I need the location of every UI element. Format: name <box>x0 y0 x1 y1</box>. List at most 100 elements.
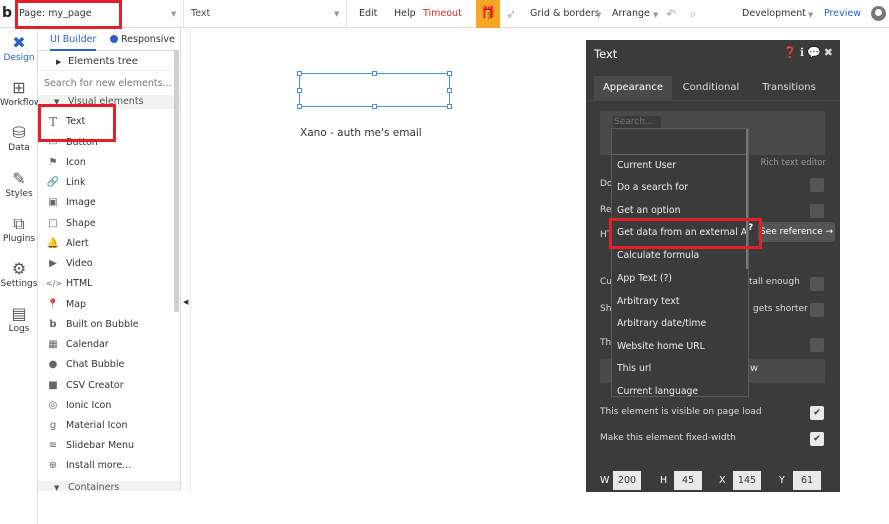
element-selector[interactable]: Text ▼ <box>185 0 347 28</box>
element-item-html[interactable]: </> HTML <box>38 274 180 294</box>
resize-handle[interactable] <box>297 71 302 76</box>
canvas-text-element[interactable]: Xano - auth me's email <box>300 127 422 139</box>
rail-item-plugins[interactable]: ⧉ Plugins <box>0 214 38 244</box>
video-icon: ▶ <box>49 258 57 269</box>
element-item-calendar[interactable]: ▦ Calendar <box>38 335 180 355</box>
dropdown-item-current-language[interactable]: Current language <box>617 386 698 396</box>
tab-ui-builder[interactable]: UI Builder <box>50 29 97 51</box>
element-item-built-on-bubble[interactable]: b Built on Bubble <box>38 315 180 335</box>
info-icon[interactable]: ℹ <box>800 46 807 59</box>
gift-icon[interactable]: 🎁 <box>476 0 500 28</box>
help-icon[interactable]: ❓ <box>783 46 800 59</box>
width-input[interactable]: 200 <box>613 471 641 490</box>
element-item-icon[interactable]: ⚑ Icon <box>38 153 180 173</box>
element-item-map[interactable]: 📍 Map <box>38 295 180 315</box>
checkbox[interactable] <box>810 204 824 218</box>
rail-item-label: Settings <box>0 279 38 289</box>
checkbox[interactable] <box>810 303 824 317</box>
rail-item-workflow[interactable]: ⊞ Workflow <box>0 78 41 108</box>
rich-text-editor-link[interactable]: Rich text editor <box>760 158 826 168</box>
element-item-material-icon[interactable]: g Material Icon <box>38 416 180 436</box>
x-input[interactable]: 145 <box>733 471 761 490</box>
element-item-ionic-icon[interactable]: ◎ Ionic Icon <box>38 396 180 416</box>
resize-handle[interactable] <box>447 71 452 76</box>
preview-link[interactable]: Preview <box>822 0 863 28</box>
dropdown-item-this-url[interactable]: This url <box>617 363 651 374</box>
checkbox[interactable] <box>810 277 824 291</box>
user-avatar-icon[interactable] <box>871 6 886 21</box>
element-item-link[interactable]: 🔗 Link <box>38 173 180 193</box>
dropdown-item-get-an-option[interactable]: Get an option <box>617 205 680 216</box>
resize-handle[interactable] <box>447 88 452 93</box>
responsive-icon <box>110 35 118 43</box>
element-search-input[interactable] <box>44 74 176 92</box>
grid-borders-menu[interactable]: Grid & borders <box>528 0 602 28</box>
undo-icon[interactable]: ↶ <box>666 0 676 28</box>
tab-appearance[interactable]: Appearance <box>594 76 672 100</box>
dimension-row: W 200 H 45 X 145 Y 61 <box>600 470 836 490</box>
containers-section[interactable]: ▼ Containers <box>38 481 180 491</box>
rail-item-label: Plugins <box>2 234 36 244</box>
rail-item-settings[interactable]: ⚙ Settings <box>0 259 38 289</box>
dropdown-item-website-home-url[interactable]: Website home URL <box>617 341 705 352</box>
collapse-panel-icon[interactable]: ◀ <box>183 298 188 306</box>
rail-item-data[interactable]: ⛁ Data <box>0 123 38 153</box>
element-item-alert[interactable]: 🔔 Alert <box>38 234 180 254</box>
chevron-down-icon: ▼ <box>653 11 659 19</box>
edit-menu[interactable]: Edit <box>357 0 379 28</box>
highlight-box <box>609 218 762 249</box>
rail-item-design[interactable]: ✖ Design <box>0 33 38 63</box>
property-row-label: Re <box>600 205 612 215</box>
element-item-image[interactable]: ▣ Image <box>38 193 180 213</box>
resize-handle[interactable] <box>372 104 377 109</box>
editor-actions: ❓ℹ💬✖ <box>783 46 836 59</box>
resize-handle[interactable] <box>297 88 302 93</box>
help-menu[interactable]: Help <box>392 0 418 28</box>
search-icon[interactable]: ⌕ <box>690 0 697 28</box>
y-input[interactable]: 61 <box>793 471 821 490</box>
element-item-chat-bubble[interactable]: ● Chat Bubble <box>38 355 180 375</box>
selected-text-element[interactable] <box>297 71 452 109</box>
dropdown-item-app-text[interactable]: App Text (?) <box>617 273 672 284</box>
arrange-menu[interactable]: Arrange <box>610 0 652 28</box>
checkbox[interactable] <box>810 178 824 192</box>
element-item-shape[interactable]: □ Shape <box>38 214 180 234</box>
element-item-video[interactable]: ▶ Video <box>38 254 180 274</box>
property-row-label: Th <box>600 338 612 348</box>
element-item-csv-creator[interactable]: ■ CSV Creator <box>38 376 180 396</box>
fixed-width-checkbox[interactable]: ✔ <box>810 432 824 446</box>
chevron-down-icon: ▼ <box>334 10 340 18</box>
element-item-label: CSV Creator <box>66 380 124 391</box>
resize-handle[interactable] <box>297 104 302 109</box>
dropdown-item-calculate-formula[interactable]: Calculate formula <box>617 250 699 261</box>
timeout-indicator[interactable]: Timeout <box>421 0 464 28</box>
see-reference-button[interactable]: See reference → <box>758 222 835 242</box>
tab-transitions[interactable]: Transitions <box>752 76 826 100</box>
dropdown-item-arbitrary-text[interactable]: Arbitrary text <box>617 296 679 307</box>
dropdown-item-arbitrary-datetime[interactable]: Arbitrary date/time <box>617 318 706 329</box>
element-item-label: Video <box>66 258 93 269</box>
plus-circle-icon: ⊕ <box>48 460 58 471</box>
chat-bubble-icon: ● <box>48 359 58 370</box>
dynamic-data-search[interactable] <box>613 116 661 128</box>
resize-handle[interactable] <box>372 71 377 76</box>
element-item-slidebar-menu[interactable]: ≡ Slidebar Menu <box>38 436 180 456</box>
pointer-icon[interactable]: ➶ <box>506 0 516 28</box>
height-input[interactable]: 45 <box>674 471 702 490</box>
elements-tree-toggle[interactable]: ▶ Elements tree <box>38 53 180 71</box>
elements-tree-label: Elements tree <box>68 56 138 67</box>
rail-item-styles[interactable]: ✎ Styles <box>0 169 38 199</box>
tab-conditional[interactable]: Conditional <box>674 76 748 100</box>
close-icon[interactable]: ✖ <box>824 46 836 59</box>
visible-on-load-checkbox[interactable]: ✔ <box>810 406 824 420</box>
checkbox[interactable] <box>810 338 824 352</box>
dropdown-item-current-user[interactable]: Current User <box>617 160 676 171</box>
rail-item-logs[interactable]: ▤ Logs <box>0 304 38 334</box>
environment-selector[interactable]: Development <box>740 0 808 28</box>
comment-icon[interactable]: 💬 <box>807 46 824 59</box>
tab-responsive[interactable]: Responsive <box>110 29 175 51</box>
element-item-install-more[interactable]: ⊕ Install more... <box>38 456 180 476</box>
dropdown-item-do-a-search[interactable]: Do a search for <box>617 182 688 193</box>
resize-handle[interactable] <box>447 104 452 109</box>
panel-scrollbar[interactable] <box>174 50 179 312</box>
